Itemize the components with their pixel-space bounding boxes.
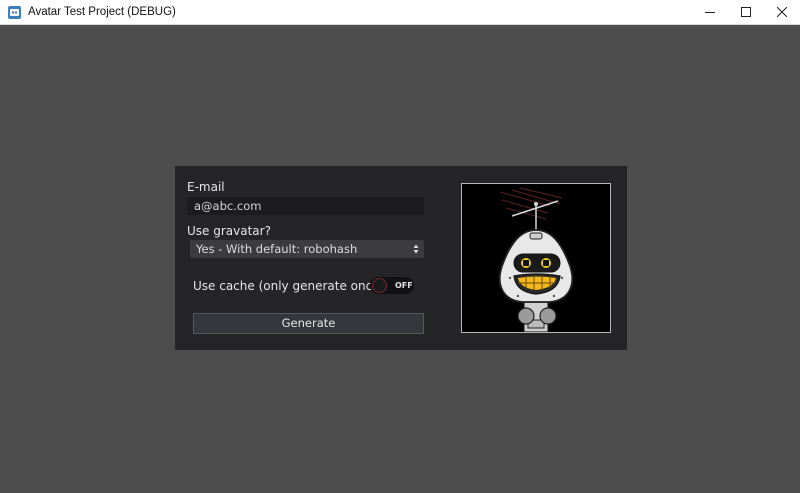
select-arrows-icon [413, 244, 419, 254]
avatar-image [461, 183, 611, 333]
title-bar: Avatar Test Project (DEBUG) [0, 0, 800, 25]
close-button[interactable] [764, 0, 800, 24]
gravatar-select[interactable]: Yes - With default: robohash [190, 240, 424, 258]
gravatar-label: Use gravatar? [187, 224, 271, 238]
robot-avatar-icon [498, 187, 574, 332]
app-icon [7, 5, 21, 19]
close-icon [777, 7, 787, 17]
email-label: E-mail [187, 180, 225, 194]
cache-label: Use cache (only generate once) [193, 279, 385, 293]
generate-button[interactable]: Generate [193, 313, 424, 334]
avatar-form-panel: E-mail a@abc.com Use gravatar? Yes - Wit… [175, 166, 627, 350]
gravatar-selected-value: Yes - With default: robohash [196, 242, 358, 256]
maximize-button[interactable] [728, 0, 764, 24]
toggle-state-text: OFF [395, 281, 413, 290]
toggle-knob [372, 278, 387, 293]
maximize-icon [741, 7, 751, 17]
email-field[interactable]: a@abc.com [187, 197, 424, 215]
minimize-icon [705, 12, 715, 13]
window-title: Avatar Test Project (DEBUG) [28, 6, 176, 18]
minimize-button[interactable] [692, 0, 728, 24]
cache-toggle[interactable]: OFF [370, 277, 414, 294]
